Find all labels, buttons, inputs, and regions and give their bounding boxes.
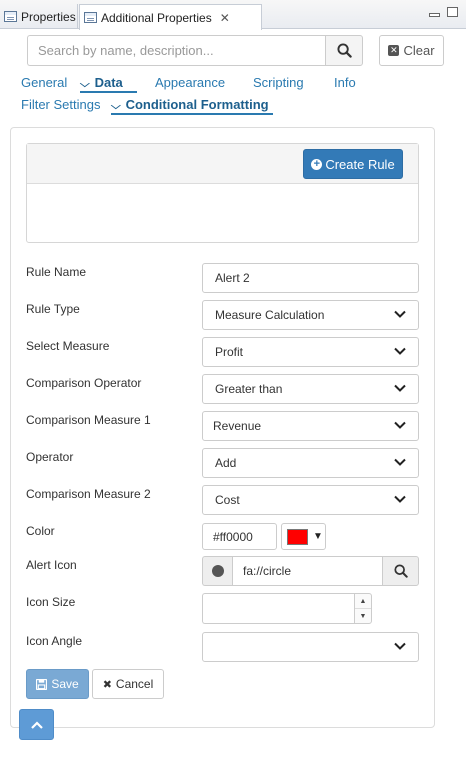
caret-down-icon: ▼: [313, 531, 323, 542]
tab-scripting[interactable]: Scripting: [253, 75, 304, 90]
comparison-operator-select[interactable]: Greater than: [202, 374, 419, 404]
view-tab-strip: Properties Additional Properties ✕: [0, 0, 466, 30]
circle-icon: [211, 565, 224, 577]
alert-icon-preview: [202, 556, 232, 586]
chevron-up-icon: [30, 720, 43, 729]
close-icon: ✖: [102, 678, 112, 691]
clear-icon: ✕: [388, 45, 400, 56]
properties-view-icon: [4, 11, 17, 22]
color-swatch: [287, 528, 308, 545]
chevron-down-icon: ⌵: [110, 101, 121, 112]
alert-icon-value: fa://circle: [243, 564, 292, 578]
cancel-button[interactable]: ✖ Cancel: [92, 669, 164, 699]
minimize-icon[interactable]: [429, 13, 440, 17]
tab-properties[interactable]: Properties: [0, 4, 78, 29]
operator-select[interactable]: Add: [202, 448, 419, 478]
tab-conditional-formatting-label: Conditional Formatting: [125, 97, 269, 112]
clear-button-label: Clear: [403, 43, 435, 58]
color-picker-button[interactable]: ▼: [281, 523, 326, 550]
chevron-down-icon: ⌵: [79, 79, 90, 90]
search-button[interactable]: [325, 35, 363, 66]
chevron-down-icon: [394, 495, 406, 504]
comparison-operator-value: Greater than: [215, 382, 283, 396]
chevron-down-icon: [394, 421, 406, 430]
select-measure-label: Select Measure: [26, 339, 110, 353]
icon-angle-select[interactable]: [202, 632, 419, 662]
comparison-measure-1-label: Comparison Measure 1: [26, 413, 151, 427]
properties-view-icon: [84, 12, 97, 23]
alert-icon-group: fa://circle: [202, 556, 419, 586]
scroll-to-top-button[interactable]: [19, 709, 54, 740]
search-icon: [336, 43, 352, 58]
tab-filter-settings[interactable]: Filter Settings: [21, 97, 100, 112]
chevron-down-icon: [394, 458, 406, 467]
tab-info[interactable]: Info: [334, 75, 356, 90]
save-label: Save: [51, 677, 79, 691]
icon-size-label: Icon Size: [26, 595, 76, 609]
rule-name-value: Alert 2: [215, 271, 250, 285]
create-rule-label: Create Rule: [325, 156, 395, 172]
rule-type-label: Rule Type: [26, 302, 80, 316]
search-input[interactable]: [27, 35, 325, 66]
icon-size-spinner: ▲ ▼: [202, 593, 372, 624]
decrement-icon[interactable]: ▼: [355, 609, 371, 624]
create-rule-button[interactable]: + Create Rule: [303, 149, 403, 179]
tab-conditional-formatting-underline: [111, 113, 273, 115]
comparison-measure-2-value: Cost: [215, 493, 240, 507]
tab-additional-properties-label: Additional Properties: [101, 10, 212, 25]
icon-angle-label: Icon Angle: [26, 634, 83, 648]
operator-value: Add: [215, 456, 237, 470]
tab-general[interactable]: General: [21, 75, 67, 90]
tab-properties-label: Properties: [21, 9, 76, 24]
rule-type-select[interactable]: Measure Calculation: [202, 300, 419, 330]
comparison-measure-2-select[interactable]: Cost: [202, 485, 419, 515]
alert-icon-label: Alert Icon: [26, 558, 77, 572]
select-measure-select[interactable]: Profit: [202, 337, 419, 367]
tab-data-underline: [80, 91, 137, 93]
comparison-measure-1-value: Revenue: [213, 419, 262, 433]
chevron-down-icon: [394, 347, 406, 356]
icon-size-input[interactable]: [202, 593, 354, 624]
comparison-operator-label: Comparison Operator: [26, 376, 142, 390]
comparison-measure-1-select[interactable]: Revenue: [202, 411, 419, 441]
clear-button[interactable]: ✕ Clear: [379, 35, 444, 66]
maximize-icon[interactable]: [447, 7, 458, 17]
rule-type-value: Measure Calculation: [215, 308, 325, 322]
chevron-down-icon: [394, 384, 406, 393]
tab-appearance[interactable]: Appearance: [155, 75, 225, 90]
rule-name-input[interactable]: Alert 2: [202, 263, 419, 293]
tab-data[interactable]: ⌵ Data: [79, 75, 123, 90]
alert-icon-search-button[interactable]: [382, 556, 419, 586]
color-hex-value: #ff0000: [213, 529, 253, 544]
chevron-down-icon: [394, 642, 406, 651]
tab-data-label: Data: [94, 75, 123, 90]
comparison-measure-2-label: Comparison Measure 2: [26, 487, 151, 501]
color-hex-input[interactable]: #ff0000: [202, 523, 277, 550]
cancel-label: Cancel: [115, 677, 154, 691]
alert-icon-input[interactable]: fa://circle: [232, 556, 383, 586]
icon-size-stepper: ▲ ▼: [354, 593, 372, 624]
close-tab-icon[interactable]: ✕: [220, 12, 230, 24]
select-measure-value: Profit: [215, 345, 244, 359]
save-button[interactable]: Save: [26, 669, 89, 699]
plus-circle-icon: +: [311, 158, 323, 170]
increment-icon[interactable]: ▲: [355, 594, 371, 609]
tab-conditional-formatting[interactable]: ⌵ Conditional Formatting: [110, 97, 269, 112]
tab-additional-properties[interactable]: Additional Properties ✕: [79, 4, 262, 30]
rule-name-label: Rule Name: [26, 265, 87, 279]
chevron-down-icon: [394, 310, 406, 319]
search-icon: [393, 564, 408, 578]
operator-label: Operator: [26, 450, 74, 464]
color-label: Color: [26, 524, 55, 538]
save-icon: [36, 678, 48, 690]
